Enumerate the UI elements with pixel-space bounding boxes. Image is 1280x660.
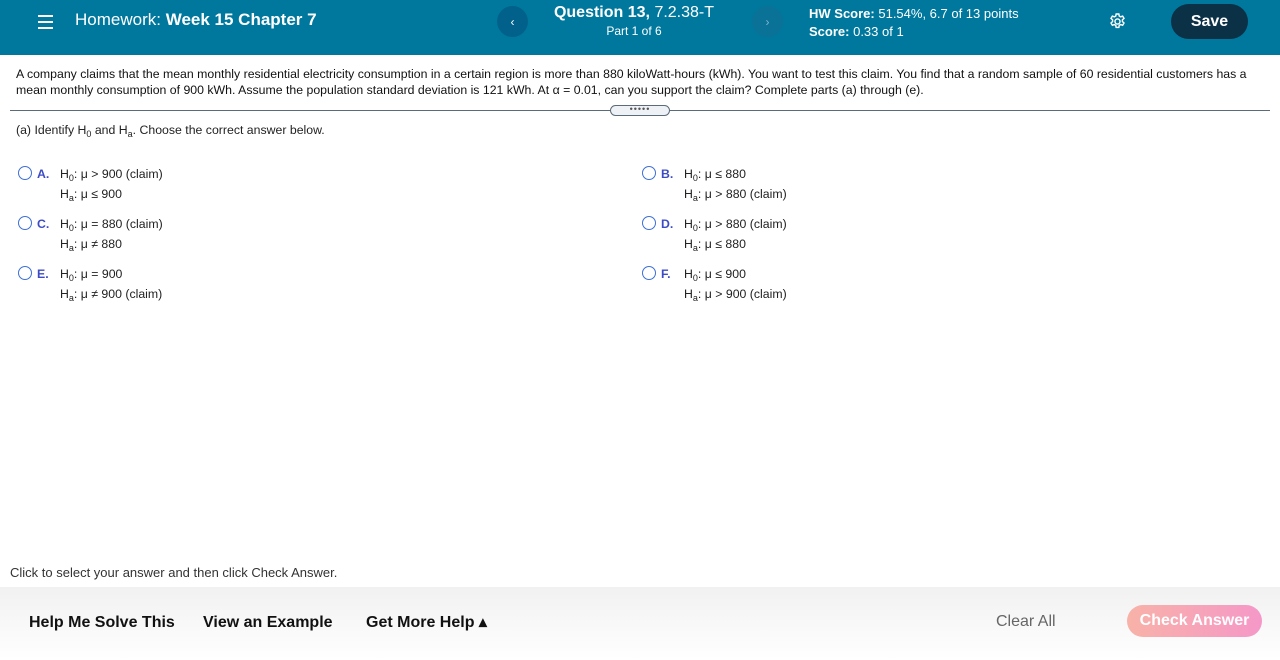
instruction-text: Click to select your answer and then cli…	[10, 565, 338, 580]
save-button[interactable]: Save	[1171, 4, 1248, 39]
alternative-hypothesis: Ha: μ > 880 (claim)	[684, 187, 787, 203]
score-label: Score:	[809, 24, 850, 39]
homework-name: Week 15 Chapter 7	[165, 10, 317, 29]
check-answer-button[interactable]: Check Answer	[1127, 605, 1262, 637]
choice-a[interactable]: A. H0: μ > 900 (claim) Ha: μ ≤ 900	[18, 164, 318, 204]
alternative-hypothesis: Ha: μ ≤ 900	[60, 187, 122, 203]
radio-button[interactable]	[18, 266, 32, 280]
radio-button[interactable]	[18, 166, 32, 180]
radio-button[interactable]	[642, 216, 656, 230]
chevron-right-icon: ›	[765, 14, 770, 29]
null-hypothesis: H0: μ = 880 (claim)	[60, 217, 163, 233]
hw-score: HW Score: 51.54%, 6.7 of 13 points	[809, 5, 1019, 23]
question-score: Score: 0.33 of 1	[809, 23, 1019, 41]
choice-letter: B.	[661, 167, 674, 181]
question-part: Part 1 of 6	[606, 24, 662, 38]
choice-letter: C.	[37, 217, 50, 231]
alternative-hypothesis: Ha: μ ≠ 880	[60, 237, 122, 253]
expand-problem-button[interactable]: •••••	[610, 103, 670, 116]
footer-bar: Help Me Solve This View an Example Get M…	[0, 587, 1280, 660]
previous-question-button[interactable]: ‹	[497, 6, 528, 37]
next-question-button[interactable]: ›	[752, 6, 783, 37]
choice-e[interactable]: E. H0: μ = 900 Ha: μ ≠ 900 (claim)	[18, 264, 318, 304]
prompt-text: (a) Identify H	[16, 123, 87, 137]
choice-b[interactable]: B. H0: μ ≤ 880 Ha: μ > 880 (claim)	[642, 164, 942, 204]
choice-letter: D.	[661, 217, 674, 231]
null-hypothesis: H0: μ > 900 (claim)	[60, 167, 163, 183]
alternative-hypothesis: Ha: μ ≠ 900 (claim)	[60, 287, 163, 303]
question-id: 7.2.38-T	[654, 4, 715, 21]
part-a-prompt: (a) Identify H0 and Ha. Choose the corre…	[16, 122, 325, 139]
problem-statement: A company claims that the mean monthly r…	[16, 67, 1247, 97]
homework-prefix: Homework:	[75, 10, 161, 29]
choice-letter: A.	[37, 167, 50, 181]
get-more-help-button[interactable]: Get More Help ▴	[366, 614, 487, 632]
radio-button[interactable]	[642, 166, 656, 180]
help-me-solve-button[interactable]: Help Me Solve This	[29, 614, 175, 632]
choice-letter: F.	[661, 267, 671, 281]
hw-score-label: HW Score:	[809, 6, 875, 21]
view-example-button[interactable]: View an Example	[203, 614, 333, 632]
prompt-text: and H	[91, 123, 128, 137]
choice-f[interactable]: F. H0: μ ≤ 900 Ha: μ > 900 (claim)	[642, 264, 942, 304]
hamburger-menu-icon[interactable]	[38, 12, 54, 30]
prompt-text: . Choose the correct answer below.	[132, 123, 325, 137]
radio-button[interactable]	[642, 266, 656, 280]
chevron-left-icon: ‹	[510, 14, 515, 29]
null-hypothesis: H0: μ = 900	[60, 267, 123, 283]
radio-button[interactable]	[18, 216, 32, 230]
null-hypothesis: H0: μ ≤ 880	[684, 167, 746, 183]
choice-c[interactable]: C. H0: μ = 880 (claim) Ha: μ ≠ 880	[18, 214, 318, 254]
score-panel: HW Score: 51.54%, 6.7 of 13 points Score…	[809, 5, 1019, 41]
gear-icon[interactable]	[1108, 12, 1127, 31]
score-value: 0.33 of 1	[853, 24, 904, 39]
choice-letter: E.	[37, 267, 49, 281]
alternative-hypothesis: Ha: μ > 900 (claim)	[684, 287, 787, 303]
top-bar: Homework: Week 15 Chapter 7 ‹ Question 1…	[0, 0, 1280, 55]
null-hypothesis: H0: μ ≤ 900	[684, 267, 746, 283]
ellipsis-icon: •••••	[629, 103, 651, 114]
question-title: Question 13, 7.2.38-T	[530, 4, 738, 22]
choice-d[interactable]: D. H0: μ > 880 (claim) Ha: μ ≤ 880	[642, 214, 942, 254]
alternative-hypothesis: Ha: μ ≤ 880	[684, 237, 746, 253]
homework-title: Homework: Week 15 Chapter 7	[75, 10, 317, 30]
question-number: Question 13,	[553, 4, 650, 21]
hw-score-value: 51.54%, 6.7 of 13 points	[878, 6, 1019, 21]
clear-all-button[interactable]: Clear All	[996, 613, 1056, 631]
null-hypothesis: H0: μ > 880 (claim)	[684, 217, 787, 233]
